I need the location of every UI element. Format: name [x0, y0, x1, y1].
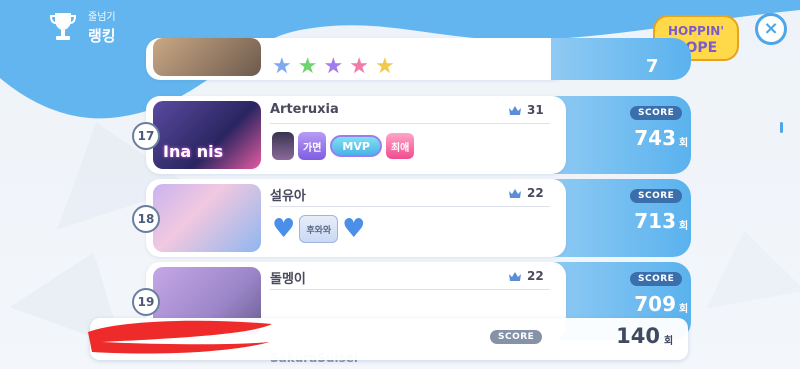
score-value: 7 [646, 56, 659, 77]
heart-icon: ♥ [342, 214, 366, 244]
heart-icon: ♥ [272, 214, 296, 244]
star-icon: ★ [323, 54, 344, 79]
player-thumbnail [153, 38, 261, 76]
score-value: 709 [634, 292, 676, 316]
divider [270, 289, 550, 290]
avatar-badge [272, 132, 294, 160]
redacted-name-scribble [88, 320, 272, 354]
favorite-badge: 최애 [385, 133, 415, 159]
my-score-unit: 회 [664, 336, 674, 347]
crown-icon [509, 188, 521, 198]
ranking-card: 설유아 22 ♥ 후와와 ♥ 18 [132, 179, 566, 257]
score-unit: 회 [679, 304, 689, 315]
star-badges: ★ ★ ★ ★ ★ [272, 54, 395, 79]
header-subtitle: 줄넘기 [88, 12, 116, 23]
level-indicator: 31 [508, 103, 544, 117]
score-unit: 회 [679, 138, 689, 149]
score-unit: 회 [679, 221, 689, 232]
scrollbar-thumb[interactable] [780, 122, 783, 133]
crown-icon [509, 105, 521, 115]
rank-number: 18 [132, 205, 160, 233]
player-name: 설유아 [270, 189, 306, 204]
logo-line1: HOPPIN' [668, 24, 724, 38]
score-value: 743 [634, 126, 676, 150]
player-thumbnail [153, 184, 261, 252]
mvp-badge: MVP [330, 135, 382, 157]
thumbnail-text: Ina nis [163, 142, 224, 161]
title-badge: 가면 [298, 132, 327, 160]
ranking-card: ★ ★ ★ ★ ★ [146, 38, 566, 80]
my-score-label: SCORE [490, 330, 543, 344]
level-indicator: 22 [508, 186, 544, 200]
score-panel: 7 [551, 38, 691, 80]
player-level: 31 [527, 103, 544, 117]
star-icon: ★ [297, 54, 318, 79]
player-level: 22 [527, 186, 544, 200]
star-icon: ★ [349, 54, 369, 79]
player-name: Arteruxia [270, 102, 339, 117]
score-label: SCORE [630, 106, 683, 120]
level-indicator: 22 [508, 269, 544, 283]
player-level: 22 [527, 269, 544, 283]
ranking-card: Ina nis Arteruxia 31 가면 MVP 최애 17 [132, 96, 566, 174]
score-label: SCORE [630, 272, 683, 286]
page-title: 랭킹 [88, 27, 116, 45]
badge-list: ♥ 후와와 ♥ [272, 215, 365, 243]
trophy-icon [49, 13, 77, 40]
score-label: SCORE [630, 189, 683, 203]
title-badge: 후와와 [299, 215, 339, 243]
star-icon: ★ [272, 54, 292, 79]
divider [270, 206, 550, 207]
close-button[interactable]: × [755, 13, 787, 45]
score-value: 713 [634, 209, 676, 233]
rank-number: 17 [132, 122, 160, 150]
crown-icon [509, 271, 521, 281]
player-thumbnail: Ina nis [153, 101, 261, 169]
divider [270, 123, 550, 124]
background-shape [694, 221, 800, 309]
page-header: 줄넘기 랭킹 [48, 8, 116, 46]
player-name: 돌멩이 [270, 272, 306, 287]
star-icon: ★ [374, 54, 395, 79]
badge-list: 가면 MVP 최애 [272, 132, 415, 160]
my-score-value: 140 [616, 324, 660, 348]
